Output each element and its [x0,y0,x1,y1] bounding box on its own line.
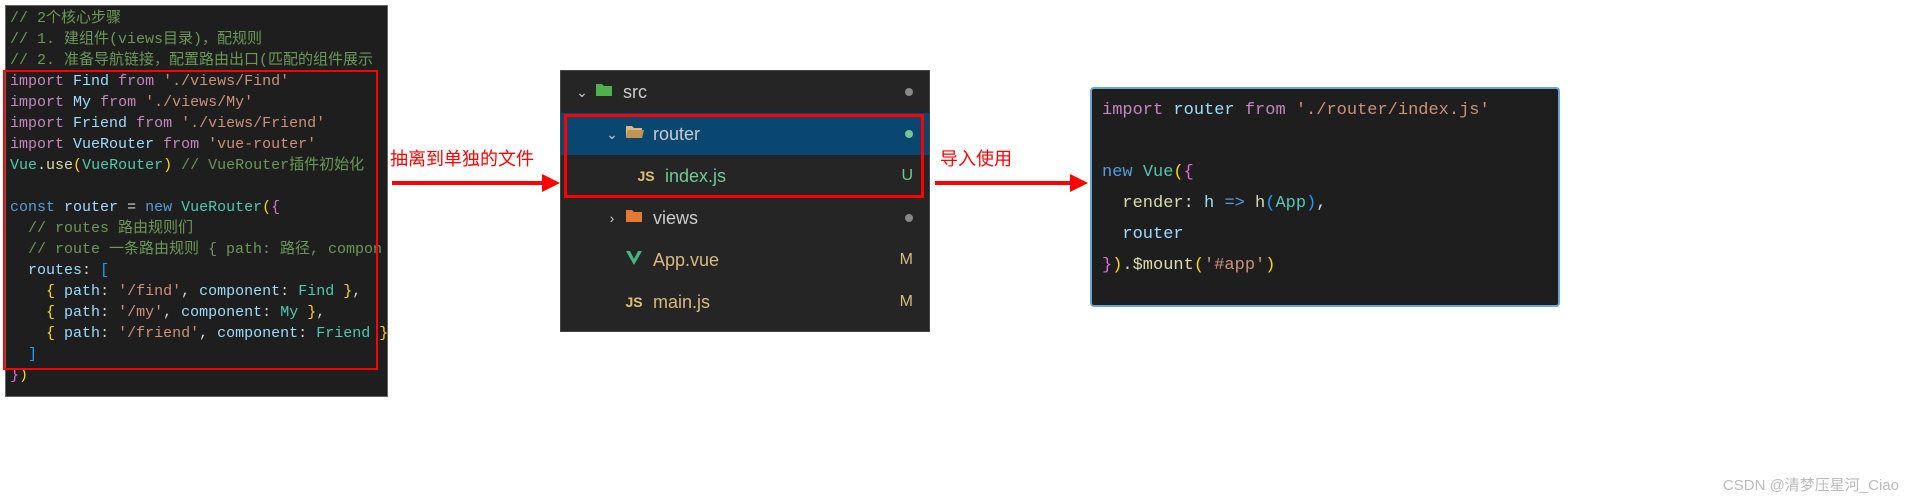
new-vue-line: new Vue({ [1102,157,1548,188]
tree-label: router [653,124,905,145]
tree-label: index.js [665,166,901,187]
vue-file-icon [621,250,647,271]
tree-label: src [623,82,905,103]
tree-label: main.js [653,292,900,313]
route-line: { path: '/find', component: Find }, [10,281,383,302]
chevron-right-icon[interactable]: › [603,210,621,226]
vue-use-line: Vue.use(VueRouter) // VueRouter插件初始化 [10,155,383,176]
render-line: render: h => h(App), [1102,188,1548,219]
comment-line: // route 一条路由规则 { path: 路径, compon [10,239,383,260]
comment-line: // 2个核心步骤 [10,8,383,29]
mount-line: }).$mount('#app') [1102,250,1548,281]
right-code-editor: import router from './router/index.js' n… [1090,87,1560,307]
tree-item-index-js[interactable]: JS index.js U [561,155,929,197]
import-line: import VueRouter from 'vue-router' [10,134,383,155]
git-status-modified: M [900,251,913,269]
left-code-editor: // 2个核心步骤 // 1. 建组件(views目录)，配规则 // 2. 准… [5,5,388,397]
chevron-down-icon[interactable]: ⌄ [603,126,621,143]
const-router-line: const router = new VueRouter({ [10,197,383,218]
import-line: import Find from './views/Find' [10,71,383,92]
comment-line: // 2. 准备导航链接，配置路由出口(匹配的组件展示 [10,50,383,71]
js-file-icon: JS [633,168,659,184]
git-status-modified: M [900,293,913,311]
tree-item-router[interactable]: ⌄ router [561,113,929,155]
tree-item-views[interactable]: › views [561,197,929,239]
tree-label: views [653,208,905,229]
tree-item-src[interactable]: ⌄ src [561,71,929,113]
status-dot [905,130,913,138]
import-line: import Friend from './views/Friend' [10,113,383,134]
import-line: import router from './router/index.js' [1102,95,1548,126]
arrow-icon [392,168,562,198]
status-dot [905,214,913,222]
routes-key-line: routes: [ [10,260,383,281]
tree-item-main-js[interactable]: JS main.js M [561,281,929,323]
folder-views-icon [621,208,647,229]
close-bracket: ] [10,344,383,365]
arrow-icon [935,168,1090,198]
status-dot [905,88,913,96]
chevron-down-icon[interactable]: ⌄ [573,84,591,101]
comment-line: // routes 路由规则们 [10,218,383,239]
tree-item-app-vue[interactable]: App.vue M [561,239,929,281]
router-key-line: router [1102,219,1548,250]
git-status-untracked: U [901,167,913,185]
route-line: { path: '/my', component: My }, [10,302,383,323]
close-brace: }) [10,365,383,386]
tree-label: App.vue [653,250,900,271]
folder-open-icon [621,124,647,145]
watermark: CSDN @清梦压星河_Ciao [1723,474,1899,495]
import-line: import My from './views/My' [10,92,383,113]
route-line: { path: '/friend', component: Friend }, [10,323,383,344]
folder-src-icon [591,82,617,103]
comment-line: // 1. 建组件(views目录)，配规则 [10,29,383,50]
file-explorer[interactable]: ⌄ src ⌄ router JS index.js U › views [560,70,930,332]
js-file-icon: JS [621,294,647,310]
